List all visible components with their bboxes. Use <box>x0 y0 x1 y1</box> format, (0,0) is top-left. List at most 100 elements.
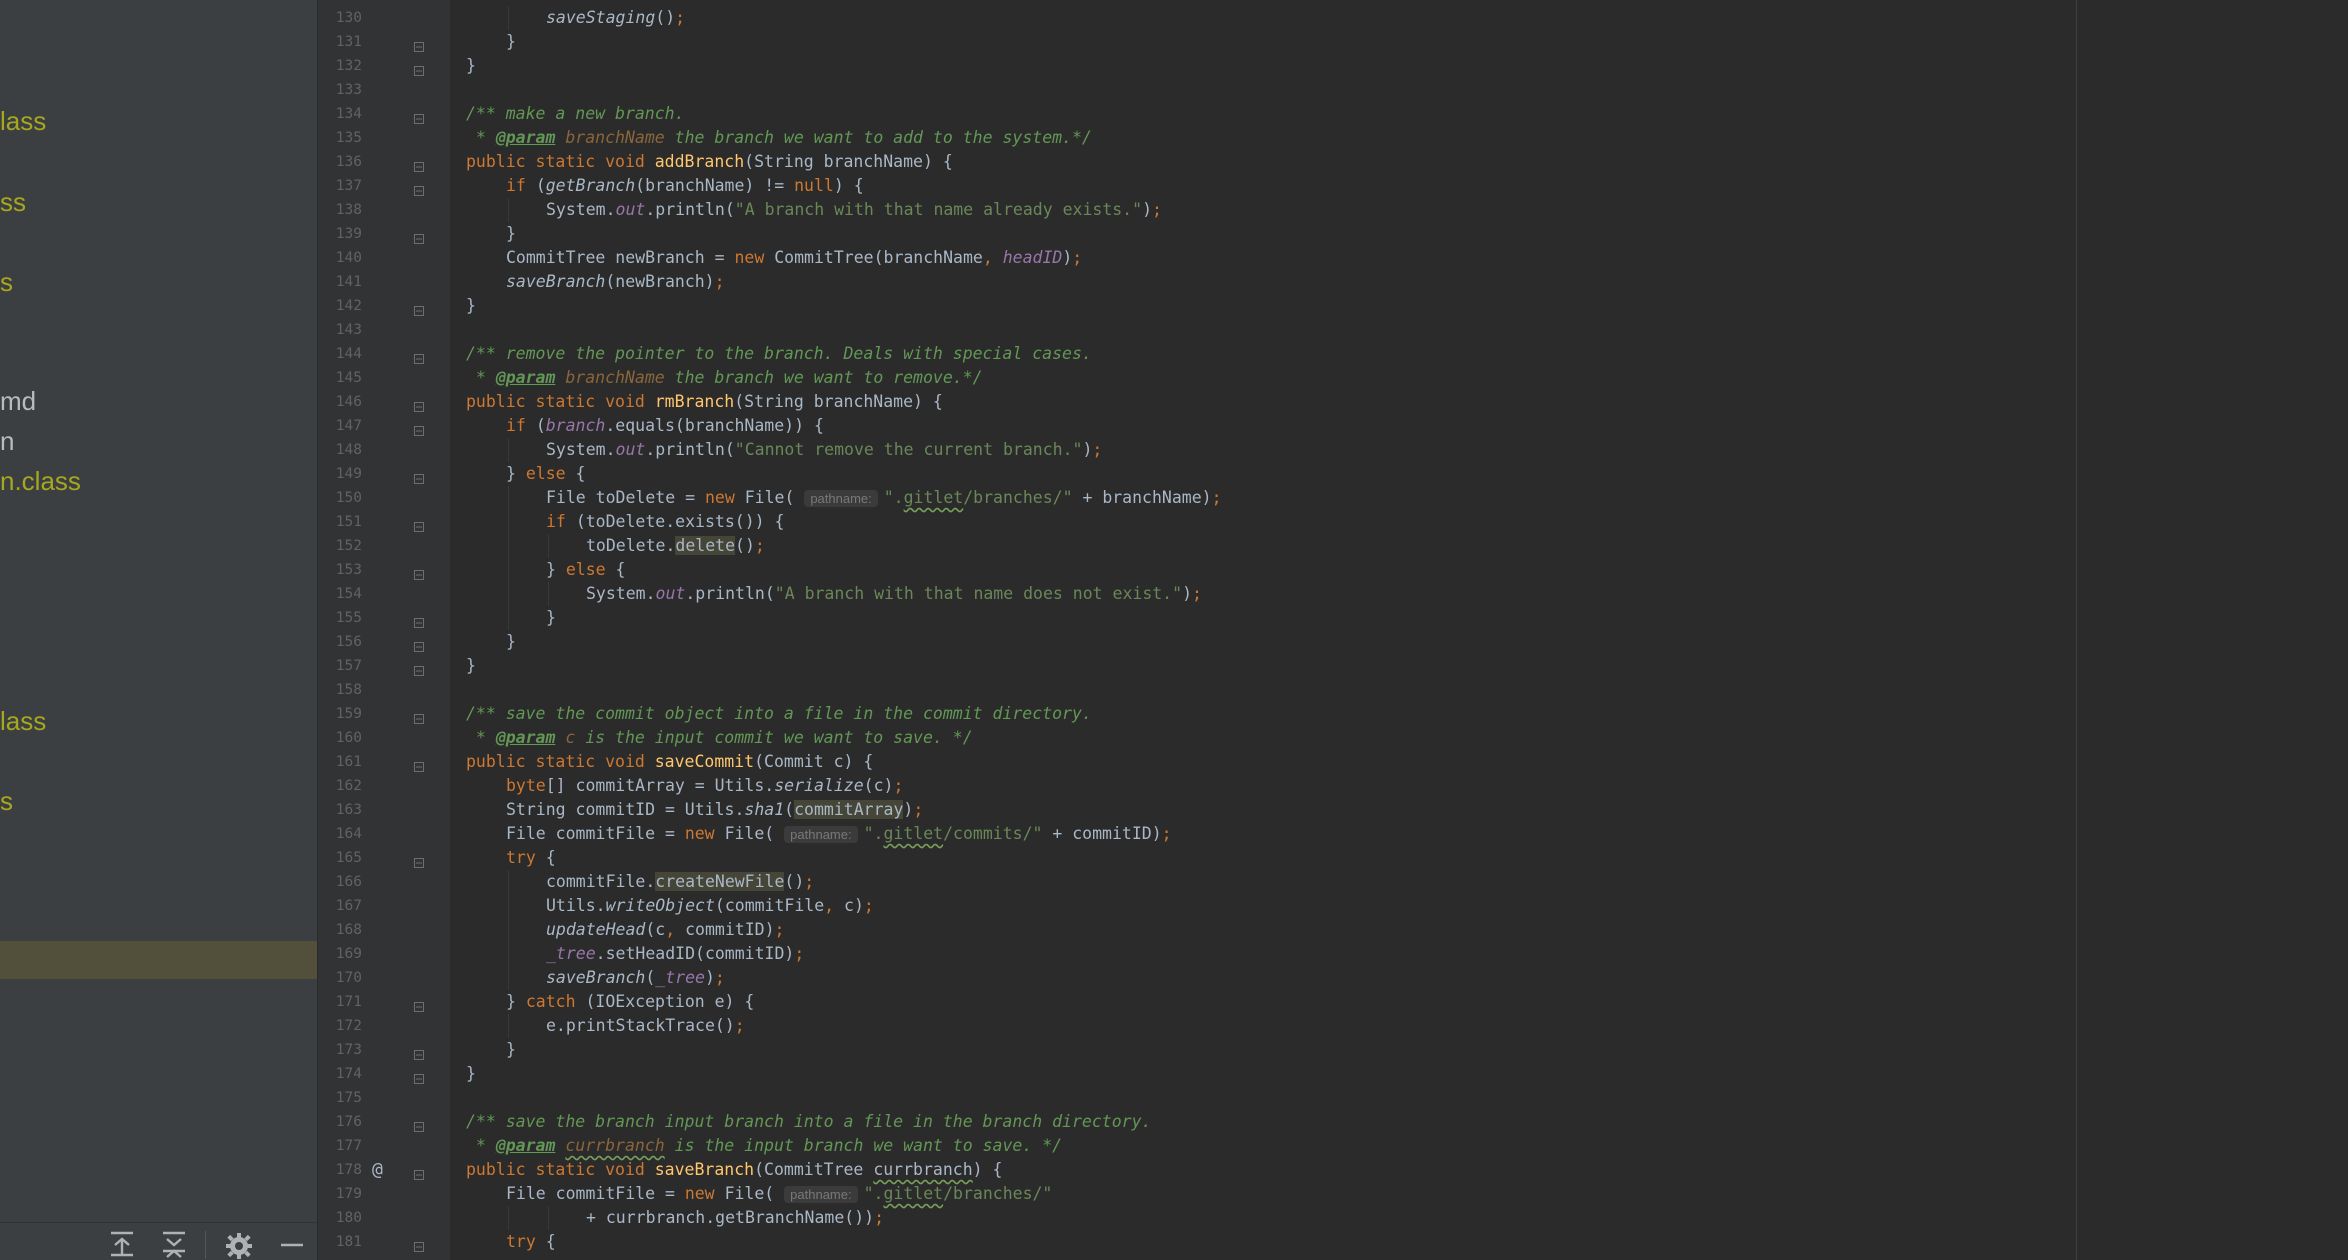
code-line[interactable]: System.out.println("Cannot remove the cu… <box>546 438 1102 462</box>
fold-toggle-icon[interactable] <box>414 469 424 484</box>
code-line[interactable]: commitFile.createNewFile(); <box>546 870 814 894</box>
code-line[interactable]: } catch (IOException e) { <box>506 990 754 1014</box>
code-line[interactable]: /** save the commit object into a file i… <box>466 702 1092 726</box>
code-line[interactable]: + currbranch.getBranchName()); <box>586 1206 884 1230</box>
fold-toggle-icon[interactable] <box>414 517 424 532</box>
fold-toggle-icon[interactable] <box>414 709 424 724</box>
line-number: 131 <box>335 34 362 50</box>
code-line[interactable]: String commitID = Utils.sha1(commitArray… <box>506 798 923 822</box>
code-line[interactable]: * @param c is the input commit we want t… <box>466 726 973 750</box>
line-number: 144 <box>335 346 362 362</box>
fold-toggle-icon[interactable] <box>414 229 424 244</box>
override-marker-icon[interactable]: @ <box>372 1158 383 1182</box>
code-line[interactable]: try { <box>506 846 556 870</box>
fold-toggle-icon[interactable] <box>414 853 424 868</box>
code-line[interactable]: } <box>506 1038 516 1062</box>
code-line[interactable]: File toDelete = new File( pathname: ".git… <box>546 486 1222 510</box>
code-line[interactable]: e.printStackTrace(); <box>546 1014 745 1038</box>
code-line[interactable]: } <box>506 630 516 654</box>
fold-toggle-icon[interactable] <box>414 637 424 652</box>
line-number: 148 <box>335 442 362 458</box>
fold-toggle-icon[interactable] <box>414 61 424 76</box>
line-number: 133 <box>335 82 362 98</box>
fold-toggle-icon[interactable] <box>414 181 424 196</box>
code-line[interactable]: saveBranch(_tree); <box>546 966 725 990</box>
editor-gutter[interactable]: 130 131 132 133 134 135 136 137 138 139 140 141 142 1… <box>318 0 450 1260</box>
code-line[interactable]: byte[] commitArray = Utils.serialize(c); <box>506 774 903 798</box>
fold-toggle-icon[interactable] <box>414 157 424 172</box>
code-line[interactable]: public static void rmBranch(String branc… <box>466 390 943 414</box>
minimize-icon[interactable] <box>277 1229 307 1259</box>
indent-guide <box>508 534 509 558</box>
code-line[interactable]: CommitTree newBranch = new CommitTree(br… <box>506 246 1082 270</box>
line-number: 155 <box>335 610 362 626</box>
tree-item[interactable]: n <box>0 424 14 458</box>
code-line[interactable]: } else { <box>506 462 585 486</box>
code-line[interactable]: if (branch.equals(branchName)) { <box>506 414 824 438</box>
fold-toggle-icon[interactable] <box>414 661 424 676</box>
indent-guide <box>548 534 549 558</box>
line-number: 176 <box>335 1114 362 1130</box>
code-line[interactable]: File commitFile = new File( pathname: ".g… <box>506 822 1172 846</box>
code-line[interactable]: _tree.setHeadID(commitID); <box>546 942 804 966</box>
code-line[interactable]: Utils.writeObject(commitFile, c); <box>546 894 874 918</box>
fold-toggle-icon[interactable] <box>414 1117 424 1132</box>
code-line[interactable]: * @param branchName the branch we want t… <box>466 126 1092 150</box>
code-line[interactable]: /** remove the pointer to the branch. De… <box>466 342 1092 366</box>
code-line[interactable]: } <box>546 606 556 630</box>
tree-selected-row[interactable] <box>0 941 317 979</box>
fold-toggle-icon[interactable] <box>414 421 424 436</box>
tree-item[interactable]: s <box>0 265 13 299</box>
fold-toggle-icon[interactable] <box>414 1237 424 1252</box>
collapse-all-icon[interactable] <box>159 1229 189 1259</box>
fold-toggle-icon[interactable] <box>414 37 424 52</box>
gear-icon[interactable] <box>224 1229 254 1259</box>
tree-item[interactable]: md <box>0 384 36 418</box>
code-line[interactable]: System.out.println("A branch with that n… <box>586 582 1202 606</box>
code-line[interactable]: /** make a new branch. <box>466 102 685 126</box>
fold-toggle-icon[interactable] <box>414 565 424 580</box>
indent-guide <box>508 942 509 966</box>
code-line[interactable]: } <box>466 54 476 78</box>
tree-item[interactable]: ss <box>0 185 26 219</box>
code-line[interactable]: try { <box>506 1230 556 1254</box>
line-number: 181 <box>335 1234 362 1250</box>
code-line[interactable]: } else { <box>546 558 625 582</box>
fold-toggle-icon[interactable] <box>414 109 424 124</box>
code-line[interactable]: if (getBranch(branchName) != null) { <box>506 174 864 198</box>
code-line[interactable]: saveBranch(newBranch); <box>506 270 725 294</box>
code-line[interactable]: saveStaging(); <box>546 6 685 30</box>
tree-item[interactable]: lass <box>0 704 46 738</box>
code-line[interactable]: } <box>466 294 476 318</box>
code-line[interactable]: * @param currbranch is the input branch … <box>466 1134 1062 1158</box>
code-line[interactable]: } <box>506 30 516 54</box>
tree-item[interactable]: n.class <box>0 464 81 498</box>
code-line[interactable]: if (toDelete.exists()) { <box>546 510 784 534</box>
code-line[interactable]: /** save the branch input branch into a … <box>466 1110 1151 1134</box>
code-line[interactable]: } <box>466 654 476 678</box>
code-line[interactable]: public static void addBranch(String bran… <box>466 150 953 174</box>
fold-toggle-icon[interactable] <box>414 997 424 1012</box>
code-line[interactable]: updateHead(c, commitID); <box>546 918 784 942</box>
tree-item[interactable]: lass <box>0 104 46 138</box>
code-line[interactable]: * @param branchName the branch we want t… <box>466 366 983 390</box>
code-line[interactable]: } <box>506 222 516 246</box>
code-line[interactable]: public static void saveCommit(Commit c) … <box>466 750 873 774</box>
line-number: 139 <box>335 226 362 242</box>
fold-toggle-icon[interactable] <box>414 757 424 772</box>
code-line[interactable]: toDelete.delete(); <box>586 534 765 558</box>
code-line[interactable]: File commitFile = new File( pathname: ".g… <box>506 1182 1052 1206</box>
fold-toggle-icon[interactable] <box>414 301 424 316</box>
expand-all-icon[interactable] <box>107 1229 137 1259</box>
code-line[interactable]: } <box>466 1062 476 1086</box>
fold-toggle-icon[interactable] <box>414 1165 424 1180</box>
fold-toggle-icon[interactable] <box>414 1069 424 1084</box>
code-line[interactable]: System.out.println("A branch with that n… <box>546 198 1162 222</box>
fold-toggle-icon[interactable] <box>414 613 424 628</box>
code-editor[interactable]: saveStaging();}} /** make a new branch. *… <box>450 0 2348 1260</box>
code-line[interactable]: public static void saveBranch(CommitTree… <box>466 1158 1002 1182</box>
fold-toggle-icon[interactable] <box>414 397 424 412</box>
tree-item[interactable]: s <box>0 784 13 818</box>
fold-toggle-icon[interactable] <box>414 349 424 364</box>
fold-toggle-icon[interactable] <box>414 1045 424 1060</box>
